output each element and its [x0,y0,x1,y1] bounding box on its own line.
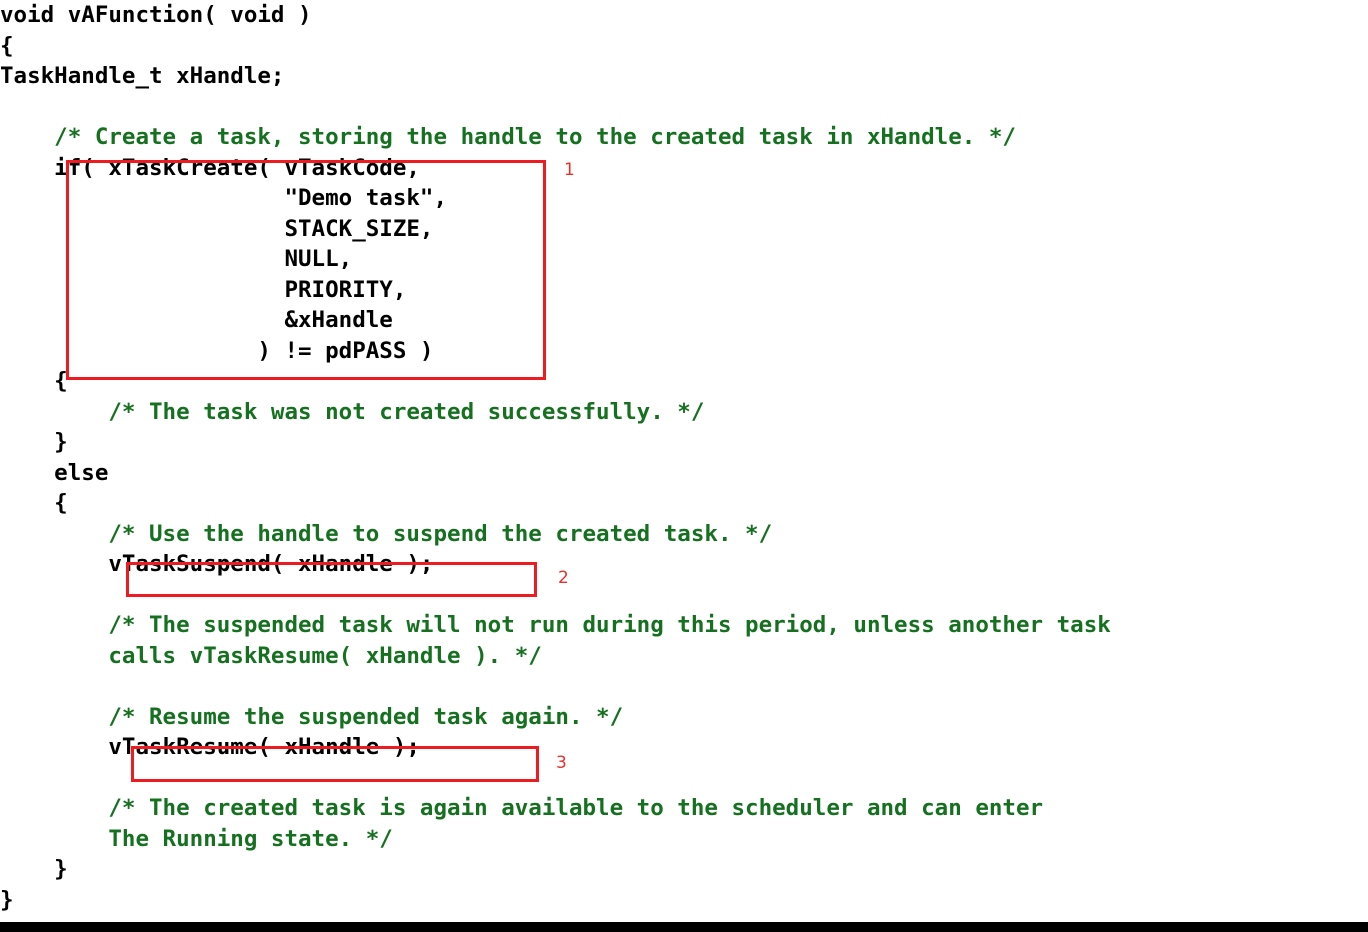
code-line: /* Use the handle to suspend the created… [0,520,773,547]
code-line: ) != pdPASS ) [0,337,434,364]
code-line: if( xTaskCreate( vTaskCode, [0,154,420,181]
code-line: TaskHandle_t xHandle; [0,63,285,89]
code-line: NULL, [0,246,353,272]
annotation-marker-3: 3 [556,753,567,773]
code-line: { [0,368,68,394]
bottom-black-bar [0,922,1368,932]
code-line: vTaskResume( xHandle ); [0,734,420,760]
code-line: calls vTaskResume( xHandle ). */ [0,642,542,669]
code-line: else [0,459,109,486]
annotation-marker-1: 1 [564,160,575,180]
code-line: /* Create a task, storing the handle to … [0,124,1016,150]
code-line: &xHandle [0,307,393,333]
code-line: STACK_SIZE, [0,215,434,242]
annotation-marker-2: 2 [558,568,569,588]
code-listing-canvas: void vAFunction( void ) { TaskHandle_t xHa… [0,0,1368,932]
code-line: PRIORITY, [0,276,407,303]
code-line: The Running state. */ [0,825,393,852]
source-code-block: void vAFunction( void ) { TaskHandle_t xHa… [0,0,1368,915]
code-line: /* Resume the suspended task again. */ [0,703,624,730]
code-line: vTaskSuspend( xHandle ); [0,551,434,577]
code-line: /* The suspended task will not run durin… [0,612,1111,638]
code-line: } [0,429,68,455]
code-line: } [0,886,14,913]
code-line: { [0,32,14,59]
code-line: /* The created task is again available t… [0,795,1044,821]
code-line: "Demo task", [0,185,448,211]
code-line: } [0,856,68,882]
code-line: /* The task was not created successfully… [0,398,705,425]
code-line: void vAFunction( void ) [0,2,312,28]
code-line: { [0,490,68,516]
